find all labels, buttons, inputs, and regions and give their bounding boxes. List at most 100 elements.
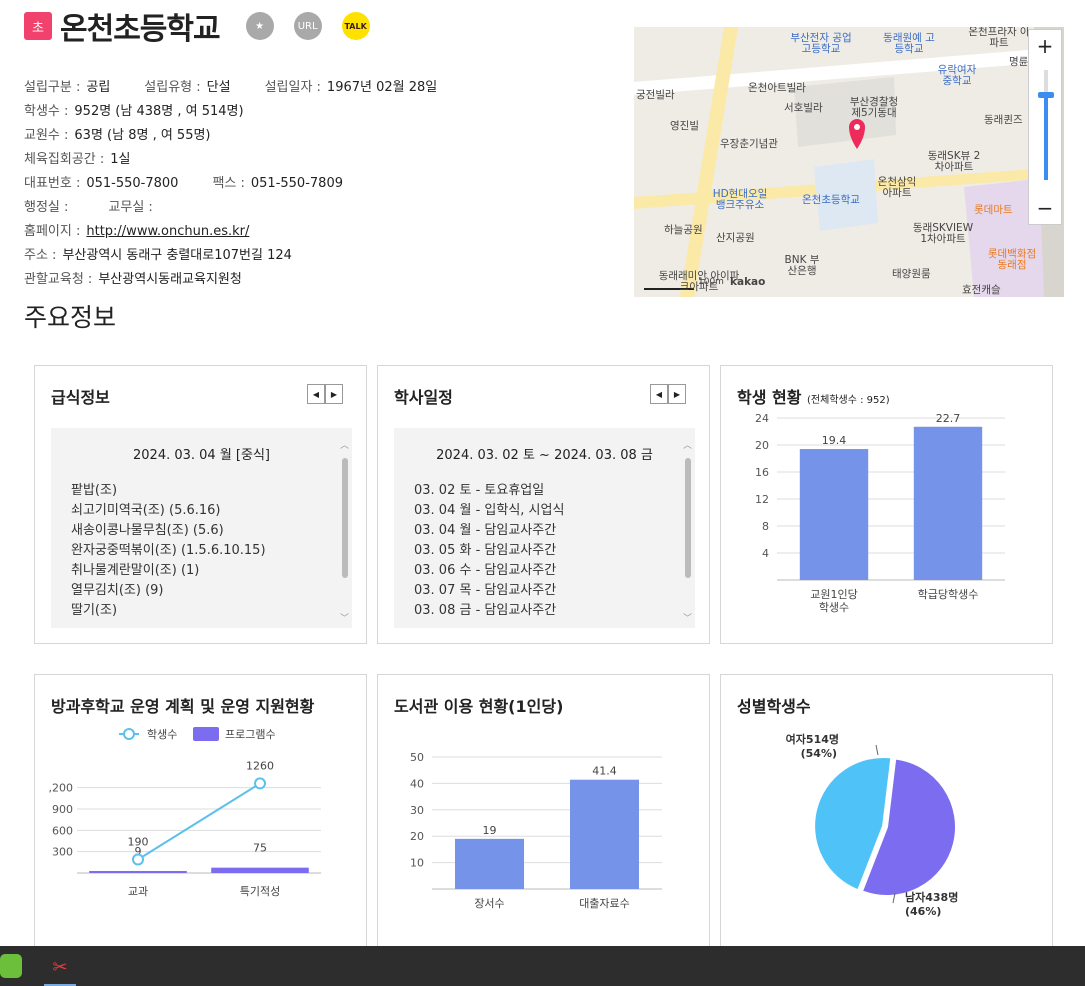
kakao-logo: kakao [730,276,766,288]
url-button[interactable]: URL [293,12,322,40]
scrollbar[interactable] [342,442,348,618]
info-row-founding: 설립구분 : 공립 설립유형 : 단설 설립일자 :1967년 02월 28일 [24,80,438,95]
legend-label: 프로그램수 [225,728,276,741]
list-item: 03. 05 화 - 담임교사주간 [414,543,557,558]
data-label: 75 [253,842,267,855]
map-scale: 100m [698,277,724,287]
y-tick-label: ,200 [49,782,74,795]
zoom-in-button[interactable]: + [1029,30,1061,62]
zoom-control: + − [1028,29,1062,225]
schedule-panel: 학사일정 ◀ ▶ 2024. 03. 02 토 ~ 2024. 03. 08 금 … [377,365,710,644]
data-label: 1260 [246,759,274,772]
next-arrow-icon[interactable]: ▶ [668,384,686,404]
x-tick-label: 특기적성 [240,885,280,898]
list-item: 새송이콩나물무침(조) (5.6) [71,523,224,538]
line-point [254,777,266,790]
student-status-chart: 4 8 12 16 20 24 19.4 교원1인당학생수 22.7 학급당학생수 [755,412,1005,614]
schedule-box: 2024. 03. 02 토 ~ 2024. 03. 08 금 03. 02 토… [394,428,695,628]
info-row-gym: 체육집회공간 :1실 [24,152,131,167]
gender-panel: 성별학생수 여자514명 (54%) 남자438명 (46%) [720,674,1053,964]
x-tick-label: 학급당학생수 [918,588,979,601]
info-row-office: 행정실 : 교무실 : [24,200,153,215]
y-tick-label: 50 [410,751,424,764]
bar [799,449,869,580]
x-tick-label: 학생수 [819,601,849,614]
taskbar: ✂ [0,946,1085,986]
y-tick-label: 20 [410,830,424,843]
student-status-panel: 학생 현황 (전체학생수 : 952) 4 8 12 16 20 24 19.4 교원1인당 학… [720,365,1053,644]
pie-label: 여자514명 [786,732,839,746]
library-chart: 10 20 30 40 50 19 장서수 41.4 대출자료수 [410,751,662,910]
info-row-homepage: 홈페이지 : http://www.onchun.es.kr/ [24,220,465,244]
homepage-link[interactable]: http://www.onchun.es.kr/ [86,220,249,244]
snipping-tool-icon[interactable]: ✂ [44,950,76,986]
y-tick-label: 20 [755,439,769,452]
meal-box: 2024. 03. 04 월 [중식] 팥밥(조) 쇠고기미역국(조) (5.6… [51,428,352,628]
bar [89,871,187,873]
list-item: 03. 06 수 - 담임교사주간 [414,563,557,578]
location-map[interactable]: 부산전자 공업고등학교 동래원예 고등학교 온천프라자 아파트 명륜 궁전빌라 … [634,27,1064,297]
phone-app-icon[interactable] [0,954,22,978]
list-item: 03. 07 목 - 담임교사주간 [414,583,557,598]
data-label: 41.4 [592,765,617,778]
info-row-teachers: 교원수 :63명 (남 8명 , 여 55명) [24,128,211,143]
bar [570,779,639,889]
info-row-phone: 대표번호 :051-550-7800 팩스 :051-550-7809 [24,176,343,191]
y-tick-label: 24 [755,412,769,425]
prev-arrow-icon[interactable]: ◀ [650,384,668,404]
section-title: 주요정보 [24,303,117,332]
list-item: 03. 04 월 - 입학식, 시업식 [414,503,565,518]
meal-panel: 급식정보 ◀ ▶ 2024. 03. 04 월 [중식] 팥밥(조) 쇠고기미역국… [34,365,367,644]
list-item: 취나물계란말이(조) (1) [71,563,200,578]
y-tick-label: 900 [52,803,73,816]
bar [455,838,524,889]
legend-label: 학생수 [147,728,177,741]
list-item: 완자궁중떡볶이(조) (1.5.6.10.15) [71,543,266,558]
y-tick-label: 16 [755,466,769,479]
x-tick-label: 교과 [128,885,148,898]
meal-list: 팥밥(조) 쇠고기미역국(조) (5.6.16) 새송이콩나물무침(조) (5.… [51,463,352,621]
legend-line-marker [123,728,135,740]
y-tick-label: 600 [52,824,73,837]
meal-title: 급식정보 [51,388,110,407]
pie-label: (46%) [905,905,941,918]
list-item: 팥밥(조) [71,483,118,498]
zoom-handle[interactable] [1038,92,1054,98]
next-arrow-icon[interactable]: ▶ [325,384,343,404]
y-tick-label: 30 [410,804,424,817]
y-tick-label: 10 [410,857,424,870]
info-row-students: 학생수 :952명 (남 438명 , 여 514명) [24,104,244,119]
schedule-title: 학사일정 [394,388,453,407]
favorite-star-icon[interactable]: ★ [245,12,274,40]
schedule-nav: ◀ ▶ [650,384,686,404]
legend-bar-swatch [193,727,219,741]
scroll-down-icon[interactable]: ﹀ [683,611,692,624]
x-tick-label: 대출자료수 [579,897,630,910]
zoom-out-button[interactable]: − [1029,192,1061,224]
y-tick-label: 4 [762,547,769,560]
series-line [137,782,261,861]
meal-nav: ◀ ▶ [307,384,343,404]
info-row-edu: 관할교육청 : 부산광역시동래교육지원청 [24,272,242,287]
afterschool-chart: 학생수 프로그램수300600900,2009교과75특기적성1901260 [49,727,321,898]
pie-label: 남자438명 [905,890,958,904]
x-tick-label: 장서수 [474,897,504,910]
kakao-talk-icon[interactable]: TALK [341,12,370,40]
zoom-slider[interactable] [1038,70,1054,180]
pie-label: (54%) [801,747,837,760]
prev-arrow-icon[interactable]: ◀ [307,384,325,404]
bar [913,426,983,580]
schedule-list: 03. 02 토 - 토요휴업일 03. 04 월 - 입학식, 시업식 03.… [394,463,695,621]
list-item: 03. 04 월 - 담임교사주간 [414,523,557,538]
library-panel: 도서관 이용 현황(1인당) 10 20 30 40 50 19 장서수 41.4 대출자료수 [377,674,710,964]
scroll-down-icon[interactable]: ﹀ [340,611,349,624]
scrollbar[interactable] [685,442,691,618]
meal-date: 2024. 03. 04 월 [중식] [133,448,270,463]
list-item: 딸기(조) [71,603,118,618]
info-row-address: 주소 : 부산광역시 동래구 충렬대로107번길 124 [24,248,292,263]
data-label: 19.4 [822,434,847,447]
school-type-badge: 초 [24,12,52,40]
list-item: 03. 02 토 - 토요휴업일 [414,483,545,498]
line-point [132,853,144,866]
y-tick-label: 8 [762,520,769,533]
